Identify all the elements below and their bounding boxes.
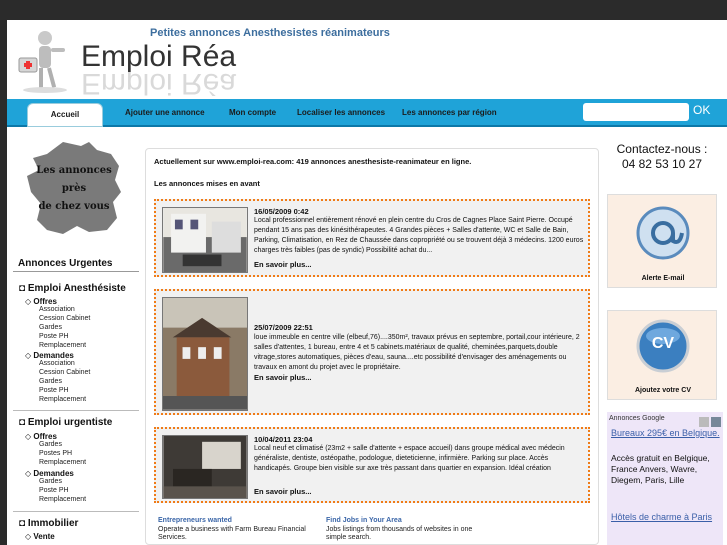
list-item[interactable]: Gardes	[39, 378, 62, 385]
subcat-offres[interactable]: ◇ Offres	[25, 297, 57, 306]
list-item[interactable]: Cession Cabinet	[39, 315, 90, 322]
ad-link[interactable]: Hôtels de charme à Paris	[611, 512, 721, 523]
ad-title[interactable]: Entrepreneurs wanted	[158, 517, 324, 526]
tab-ajouter-annonce[interactable]: Ajouter une annonce	[125, 99, 205, 127]
subcat-demandes[interactable]: ◇ Demandes	[25, 469, 74, 478]
more-link[interactable]: En savoir plus...	[254, 373, 312, 382]
list-item[interactable]: Remplacement	[39, 396, 86, 403]
top-strip	[7, 0, 727, 20]
list-item[interactable]: Association	[39, 360, 75, 367]
site-logo-reflection: Emploi Réa	[81, 67, 237, 100]
header: Petites annonces Anesthesistes réanimate…	[7, 20, 727, 100]
map-line-3: de chez vous	[38, 201, 110, 212]
bullet-icon: ◘	[19, 417, 28, 428]
announcement-text: loue immeuble en centre ville (elbeuf,76…	[254, 334, 580, 371]
category-emploi-anesthesiste[interactable]: ◘ Emploi Anesthésiste	[19, 283, 126, 294]
list-item[interactable]: Poste PH	[39, 333, 69, 340]
doctor-figure-logo-icon	[18, 31, 67, 93]
list-item[interactable]: Cession Cabinet	[39, 369, 90, 376]
subcat-offres[interactable]: ◇ Offres	[25, 432, 57, 441]
more-link[interactable]: En savoir plus...	[254, 487, 312, 496]
add-cv-box[interactable]: CV Ajoutez votre CV	[607, 310, 717, 400]
list-item[interactable]: Association	[39, 306, 75, 313]
list-item[interactable]: Poste PH	[39, 387, 69, 394]
email-at-icon	[636, 206, 690, 260]
site-tagline: Petites annonces Anesthesistes réanimate…	[150, 27, 390, 39]
next-arrow-icon[interactable]	[711, 417, 721, 427]
announcement-text: Local professionnel entièrement rénové e…	[254, 217, 584, 254]
google-ads: Annonces Google Bureaux 295€ en Belgique…	[607, 412, 723, 545]
list-item[interactable]: Remplacement	[39, 459, 86, 466]
ad-text: Accès gratuit en Belgique, France Anvers…	[611, 453, 710, 485]
map-line-2: près	[61, 183, 87, 194]
featured-title: Les annonces mises en avant	[154, 179, 260, 188]
page: Petites annonces Anesthesistes réanimate…	[7, 0, 727, 545]
ad-text: Jobs listings from thousands of websites…	[326, 525, 473, 542]
ads-heading: Annonces Google	[609, 415, 665, 422]
office-photo-icon	[162, 435, 248, 499]
list-item[interactable]: Poste PH	[39, 487, 69, 494]
list-item[interactable]: Remplacement	[39, 342, 86, 349]
announcement-date: 25/07/2009 22:51	[254, 323, 313, 332]
bullet-icon: ◘	[19, 283, 28, 294]
building-photo-icon	[162, 297, 248, 411]
announcement-card[interactable]: 10/04/2011 23:04 Local neuf et climatisé…	[154, 427, 590, 503]
sponsored-ad[interactable]: Entrepreneurs wanted Operate a business …	[158, 517, 324, 543]
ad-title[interactable]: Find Jobs in Your Area	[326, 517, 492, 526]
cv-label[interactable]: Ajoutez votre CV	[608, 387, 718, 394]
announcement-text: Local neuf et climatisé (23m2 + salle d'…	[254, 445, 565, 472]
divider	[13, 271, 139, 272]
sponsored-ad[interactable]: Find Jobs in Your Area Jobs listings fro…	[326, 517, 492, 543]
search-ok-button[interactable]: OK	[693, 103, 710, 117]
contact-block: Contactez-nous : 04 82 53 10 27	[605, 142, 719, 172]
urgent-title: Annonces Urgentes	[18, 258, 113, 269]
list-item[interactable]: Remplacement	[39, 496, 86, 503]
cv-icon-text: CV	[651, 335, 675, 352]
more-link[interactable]: En savoir plus...	[254, 260, 312, 269]
contact-phone[interactable]: 04 82 53 10 27	[605, 157, 719, 172]
tab-mon-compte[interactable]: Mon compte	[229, 99, 276, 127]
list-item[interactable]: Gardes	[39, 441, 62, 448]
subcat-demandes[interactable]: ◇ Demandes	[25, 351, 74, 360]
list-item[interactable]: Gardes	[39, 324, 62, 331]
announcement-date: 10/04/2011 23:04	[254, 435, 313, 444]
tab-accueil[interactable]: Accueil	[27, 103, 103, 127]
announcement-card[interactable]: 16/05/2009 0:42 Local professionnel enti…	[154, 199, 590, 277]
building-photo-icon	[162, 207, 248, 273]
divider	[13, 511, 139, 512]
prev-arrow-icon[interactable]	[699, 417, 709, 427]
tab-annonces-par-region[interactable]: Les annonces par région	[402, 99, 497, 127]
tab-localiser-annonces[interactable]: Localiser les annonces	[297, 99, 385, 127]
right-sidebar: Contactez-nous : 04 82 53 10 27 Alerte E…	[605, 130, 727, 545]
divider	[13, 410, 139, 411]
map-line-1: Les annonces	[36, 165, 112, 176]
announcement-card[interactable]: 25/07/2009 22:51 loue immeuble en centre…	[154, 289, 590, 415]
email-alert-box[interactable]: Alerte E-mail	[607, 194, 717, 288]
announcement-date: 16/05/2009 0:42	[254, 207, 309, 216]
list-item[interactable]: Postes PH	[39, 450, 72, 457]
france-map-link[interactable]: Les annonces près de chez vous	[23, 140, 125, 236]
left-sidebar: Les annonces près de chez vous Annonces …	[13, 140, 139, 545]
bullet-icon: ◘	[19, 518, 28, 529]
alert-label[interactable]: Alerte E-mail	[608, 275, 718, 282]
subcat-vente[interactable]: ◇ Vente	[25, 532, 55, 541]
category-immobilier[interactable]: ◘ Immobilier	[19, 518, 78, 529]
intro-text: Actuellement sur www.emploi-rea.com: 419…	[154, 157, 472, 166]
ad-text: Operate a business with Farm Bureau Fina…	[158, 525, 306, 542]
category-emploi-urgentiste[interactable]: ◘ Emploi urgentiste	[19, 417, 112, 428]
contact-label: Contactez-nous :	[616, 142, 708, 156]
search-input[interactable]	[583, 103, 689, 121]
ad-link[interactable]: Bureaux 295€ en Belgique.	[611, 428, 721, 439]
main-content: Actuellement sur www.emploi-rea.com: 419…	[145, 148, 599, 545]
list-item[interactable]: Gardes	[39, 478, 62, 485]
